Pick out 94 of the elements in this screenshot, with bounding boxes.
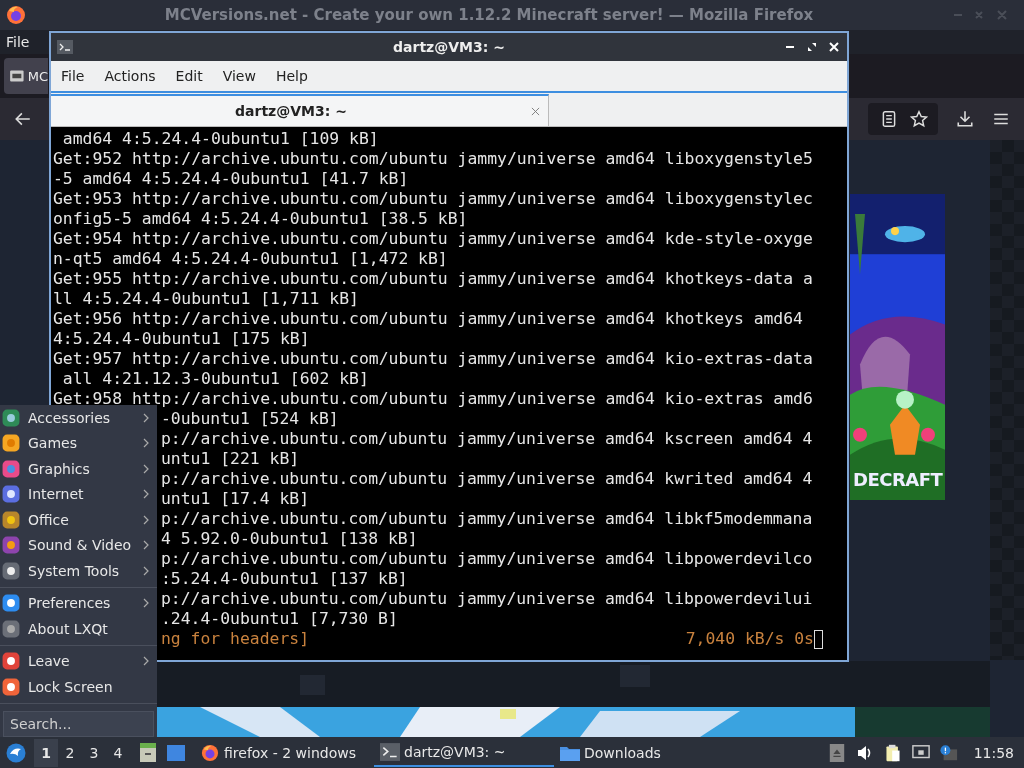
terminal-line: 7,040 kB/s 0s [685,629,814,649]
terminal-line: Get:956 http://archive.ubuntu.com/ubuntu jammy/universe amd64 khotkeys amd64 [53,309,803,329]
terminal-line: p://archive.ubuntu.com/ubuntu jammy/universe amd64 kscreen amd64 4 [161,429,813,449]
url-bar[interactable] [868,103,938,135]
menu-item[interactable]: Preferences [0,590,157,616]
menu-item[interactable]: File [61,68,85,84]
menu-item[interactable]: Internet [0,481,157,507]
menu-item[interactable]: System Tools [0,558,157,584]
chevron-icon [143,489,149,500]
file-cabinet-icon[interactable] [138,742,158,763]
banner-caption: DECRAFT [853,469,943,490]
category-icon [2,677,20,696]
terminal-line: Get:953 http://archive.ubuntu.com/ubuntu jammy/universe amd64 liboxygenstylec [53,189,813,209]
terminal-tab[interactable]: dartz@VM3: ~ [51,94,549,126]
terminal-line: p://archive.ubuntu.com/ubuntu jammy/universe amd64 kwrited amd64 4 [161,469,813,489]
menu-item[interactable]: Sound & Video [0,532,157,558]
terminal-line: n-qt5 amd64 4:5.24.4-0ubuntu1 [1,472 kB] [53,249,448,269]
category-icon [2,434,20,453]
chevron-icon [143,514,149,525]
start-icon[interactable] [6,742,26,763]
menu-item[interactable]: View [222,68,256,84]
maximize-icon[interactable] [807,42,817,52]
firefox-icon[interactable] [6,5,26,25]
terminal-line: .24.4-0ubuntu1 [7,730 B] [161,609,398,629]
show-desktop-icon[interactable] [166,742,186,763]
terminal-line: amd64 4:5.24.4-0ubuntu1 [109 kB] [61,129,379,149]
category-icon [2,408,20,427]
terminal-line: all 4:21.12.3-0ubuntu1 [602 kB] [61,369,369,389]
menu-item[interactable]: File [6,34,30,50]
firefox-icon [200,743,220,762]
star-icon[interactable] [910,110,928,128]
category-icon [2,652,20,671]
chevron-icon [143,598,149,609]
chevron-icon [143,438,149,449]
category-icon [2,485,20,504]
menu-item[interactable]: Office [0,507,157,533]
window-title: MCVersions.net - Create your own 1.12.2 Minecraft server! — Mozilla Firefox [163,6,815,24]
menu-item[interactable]: Leave [0,648,157,674]
menu-item[interactable]: Graphics [0,456,157,482]
clipboard-icon[interactable] [883,743,902,762]
menu-item[interactable]: Edit [175,68,203,84]
terminal-line: Get:954 http://archive.ubuntu.com/ubuntu jammy/universe amd64 kde-style-oxyge [53,229,813,249]
window-title: dartz@VM3: ~ [392,39,506,55]
menu-item[interactable]: Help [275,68,308,84]
chevron-icon [143,565,149,576]
chevron-icon [143,656,149,667]
terminal-line: onfig5-5 amd64 4:5.24.4-0ubuntu1 [38.5 kB] [53,209,468,229]
menu-item[interactable]: Lock Screen [0,674,157,700]
eject-icon[interactable] [827,743,846,762]
terminal-line: untu1 [221 kB] [161,449,300,469]
terminal-line: Get:955 http://archive.ubuntu.com/ubuntu jammy/universe amd64 khotkeys-data a [53,269,813,289]
category-icon [2,510,20,529]
terminal-icon [380,742,400,761]
terminal-line: Get:952 http://archive.ubuntu.com/ubuntu jammy/universe amd64 liboxygenstyle5 [53,149,813,169]
back-icon[interactable] [14,110,32,128]
chevron-icon [143,463,149,474]
desktop-switch-button[interactable]: 2 [58,738,82,767]
terminal-line: ng for headers] [161,629,310,649]
task-button[interactable]: dartz@VM3: ~ [374,738,554,767]
terminal-line: ll 4:5.24.4-0ubuntu1 [1,711 kB] [53,289,359,309]
terminal-line: :5.24.4-0ubuntu1 [137 kB] [161,569,408,589]
desktop-switch-button[interactable]: 3 [82,738,106,767]
task-button[interactable]: firefox - 2 windows [194,738,374,767]
category-icon [2,619,20,638]
category-icon [2,536,20,555]
terminal-line: -5 amd64 4:5.24.4-0ubuntu1 [41.7 kB] [53,169,409,189]
terminal-line: untu1 [17.4 kB] [161,489,310,509]
terminal-line: p://archive.ubuntu.com/ubuntu jammy/universe amd64 libkf5modemmana [161,509,813,529]
terminal-line: -0ubuntu1 [524 kB] [161,409,339,429]
search-field[interactable]: Search... [3,710,154,737]
browser-tab[interactable]: MC [4,58,48,94]
site-icon [9,68,25,84]
menu-item[interactable]: Actions [104,68,156,84]
chevron-icon [143,412,149,423]
menu-item[interactable]: Games [0,430,157,456]
text-cursor [814,629,823,649]
terminal-line: 4:5.24.4-0ubuntu1 [175 kB] [53,329,310,349]
terminal-line: 4 5.92.0-0ubuntu1 [138 kB] [161,529,418,549]
reader-icon[interactable] [880,110,898,128]
terminal-line: p://archive.ubuntu.com/ubuntu jammy/universe amd64 libpowerdevilco [161,549,813,569]
category-icon [2,459,20,478]
task-button[interactable]: Downloads [554,738,734,767]
desktop-switch-button[interactable]: 4 [106,738,130,767]
chevron-icon [143,540,149,551]
desktop-switch-button[interactable]: 1 [34,738,58,767]
menu-item[interactable]: About LXQt [0,616,157,642]
download-icon[interactable] [956,110,974,128]
terminal-line: p://archive.ubuntu.com/ubuntu jammy/universe amd64 libpowerdevilui [161,589,813,609]
update-notice-icon[interactable] [939,743,958,762]
category-icon [2,561,20,580]
terminal-line: Get:957 http://archive.ubuntu.com/ubuntu jammy/universe amd64 kio-extras-data [53,349,813,369]
terminal-icon [57,40,73,54]
category-icon [2,594,20,613]
clock[interactable]: 11:58 [973,744,1014,761]
